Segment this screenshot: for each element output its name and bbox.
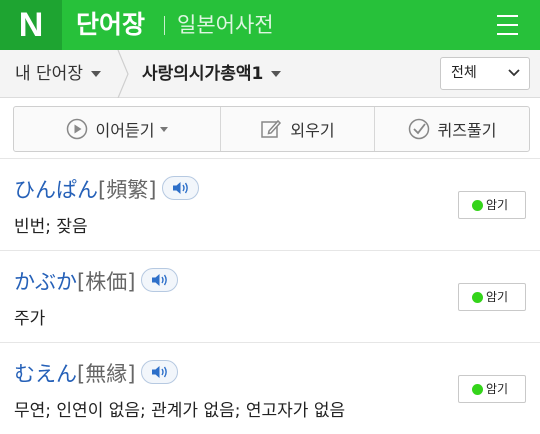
filter-value: 전체 [451,65,477,81]
word-meaning: 주가 [14,309,46,329]
play-icon [66,118,87,140]
pronunciation-speaker-icon[interactable] [141,360,179,384]
word-kana[interactable]: かぶか [14,270,77,294]
quiz-label: 퀴즈풀기 [437,121,497,140]
title-divider [164,16,165,35]
memorize-button[interactable]: 외우기 [221,107,375,151]
quiz-button[interactable]: 퀴즈풀기 [375,107,529,151]
memorize-toggle-label: 암기 [486,290,509,304]
word-kana[interactable]: むえん [14,362,77,386]
word-meaning: 무연; 인연이 없음; 관계가 없음; 연고자가 없음 [14,401,346,421]
caret-down-icon [271,71,282,77]
check-circle-icon [408,118,429,140]
filter-select[interactable]: 전체 [440,57,530,90]
caret-down-icon [90,71,101,77]
wordbook-name: 사랑의시가총액1 [142,64,264,84]
breadcrumb-current[interactable]: 사랑의시가총액1 [142,50,282,98]
memorize-toggle[interactable]: 암기 [458,375,526,403]
action-toolbar: 이어듣기 외우기 퀴즈풀기 [13,106,530,152]
word-kanji: [株価] [77,270,136,294]
hamburger-menu-icon[interactable] [490,8,526,42]
pronunciation-speaker-icon[interactable] [141,268,179,292]
dictionary-name[interactable]: 일본어사전 [177,0,274,50]
memorize-toggle[interactable]: 암기 [458,283,526,311]
memorize-toggle-label: 암기 [486,198,509,212]
continuous-listen-label: 이어듣기 [95,121,155,140]
word-kana[interactable]: ひんぱん [14,178,98,202]
breadcrumb-root[interactable]: 내 단어장 [15,50,101,98]
memorize-label: 외우기 [290,121,335,140]
status-dot-icon [472,384,483,395]
word-kanji: [頻繁] [98,178,157,202]
word-heading: かぶか[株価] [14,268,179,296]
naver-logo[interactable]: N [0,0,62,50]
app-title[interactable]: 단어장 [76,0,145,50]
word-list-item: かぶか[株価] 주가 암기 [0,250,540,343]
top-header: N 단어장 일본어사전 [0,0,540,50]
word-meaning: 빈번; 잦음 [14,217,88,237]
continuous-listen-button[interactable]: 이어듣기 [14,107,221,151]
word-list-item: むえん[無縁] 무연; 인연이 없음; 관계가 없음; 연고자가 없음 암기 [0,342,540,434]
edit-icon [261,119,282,138]
word-kanji: [無縁] [77,362,136,386]
status-dot-icon [472,292,483,303]
word-list: ひんぱん[頻繁] 빈번; 잦음 암기 かぶか[株価] 주가 암기 むえん[無縁]… [0,158,540,434]
caret-down-icon [160,126,169,132]
memorize-toggle[interactable]: 암기 [458,191,526,219]
memorize-toggle-label: 암기 [486,382,509,396]
breadcrumb: 내 단어장 사랑의시가총액1 전체 [0,50,540,98]
chevron-down-icon [508,69,520,77]
word-heading: ひんぱん[頻繁] [14,176,200,204]
status-dot-icon [472,200,483,211]
word-heading: むえん[無縁] [14,360,179,388]
breadcrumb-root-label: 내 단어장 [15,64,83,84]
word-list-item: ひんぱん[頻繁] 빈번; 잦음 암기 [0,158,540,251]
pronunciation-speaker-icon[interactable] [162,176,200,200]
breadcrumb-separator-icon [117,50,129,98]
